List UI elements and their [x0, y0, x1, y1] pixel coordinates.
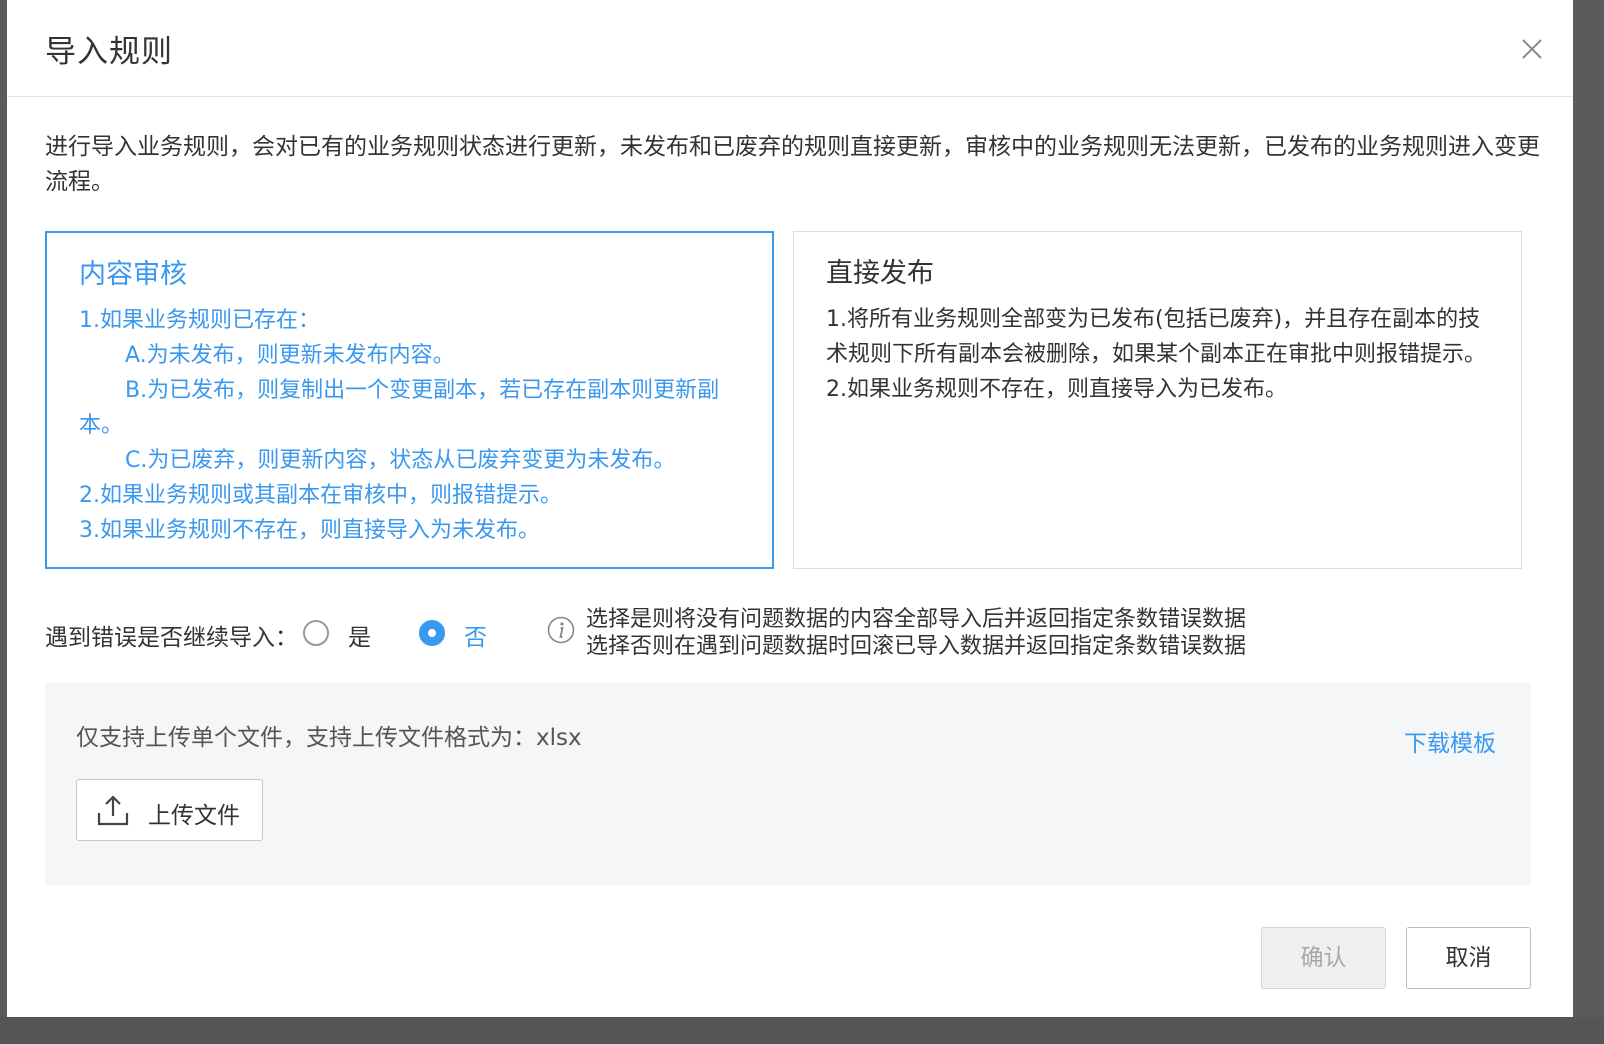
card-line: C.为已废弃，则更新内容，状态从已废弃变更为未发布。 [125, 448, 676, 473]
continue-on-error-row: 遇到错误是否继续导入： 是 否 选择是则将没有问题数据的内容全部导入后并返回指定… [45, 606, 1545, 660]
radio-yes-label[interactable]: 是 [348, 618, 371, 652]
card-line: 2.如果业务规则不存在，则直接导入为已发布。 [826, 377, 1287, 402]
info-icon [547, 616, 575, 644]
upload-tip: 仅支持上传单个文件，支持上传文件格式为：xlsx [76, 725, 582, 751]
dialog-header: 导入规则 [7, 0, 1573, 97]
radio-no-label[interactable]: 否 [464, 618, 487, 652]
card-title: 直接发布 [826, 258, 934, 289]
download-template-link[interactable]: 下载模板 [1404, 724, 1496, 758]
content-audit-card[interactable]: 内容审核 1.如果业务规则已存在： A.为未发布，则更新未发布内容。 B.为已发… [45, 231, 774, 569]
confirm-button[interactable]: 确认 [1261, 927, 1386, 989]
card-title: 内容审核 [79, 259, 187, 290]
dialog-title: 导入规则 [45, 34, 173, 70]
error-option-hint: 选择是则将没有问题数据的内容全部导入后并返回指定条数错误数据 选择否则在遇到问题… [586, 606, 1246, 660]
card-line: 1.将所有业务规则全部变为已发布(包括已废弃)，并且存在副本的技术规则下所有副本… [826, 307, 1487, 367]
card-line: 3.如果业务规则不存在，则直接导入为未发布。 [79, 518, 540, 543]
continue-on-error-label: 遇到错误是否继续导入： [45, 625, 298, 651]
card-line: 1.如果业务规则已存在： [79, 308, 320, 333]
radio-yes[interactable] [303, 620, 329, 646]
intro-text: 进行导入业务规则，会对已有的业务规则状态进行更新，未发布和已废弃的规则直接更新，… [45, 134, 1540, 195]
card-line: 2.如果业务规则或其副本在审核中，则报错提示。 [79, 483, 562, 508]
card-line: B.为已发布，则复制出一个变更副本，若已存在副本则更新副本。 [79, 378, 720, 438]
upload-icon [97, 795, 129, 826]
hint-line: 选择否则在遇到问题数据时回滚已导入数据并返回指定条数错误数据 [586, 634, 1247, 659]
upload-button-label: 上传文件 [148, 803, 240, 829]
close-icon [1522, 39, 1542, 59]
hint-line: 选择是则将没有问题数据的内容全部导入后并返回指定条数错误数据 [586, 607, 1247, 632]
background-overlay [0, 1017, 1604, 1044]
radio-no[interactable] [419, 620, 445, 646]
cancel-button[interactable]: 取消 [1406, 927, 1531, 989]
import-rules-dialog: 导入规则 进行导入业务规则，会对已有的业务规则状态进行更新，未发布和已废弃的规则… [7, 0, 1573, 1017]
upload-file-button[interactable]: 上传文件 [76, 779, 263, 841]
card-line: A.为未发布，则更新未发布内容。 [125, 343, 455, 368]
upload-panel: 仅支持上传单个文件，支持上传文件格式为：xlsx 下载模板 上传文件 [45, 682, 1531, 886]
direct-publish-card[interactable]: 直接发布 1.将所有业务规则全部变为已发布(包括已废弃)，并且存在副本的技术规则… [793, 231, 1522, 569]
close-button[interactable] [1519, 36, 1545, 62]
